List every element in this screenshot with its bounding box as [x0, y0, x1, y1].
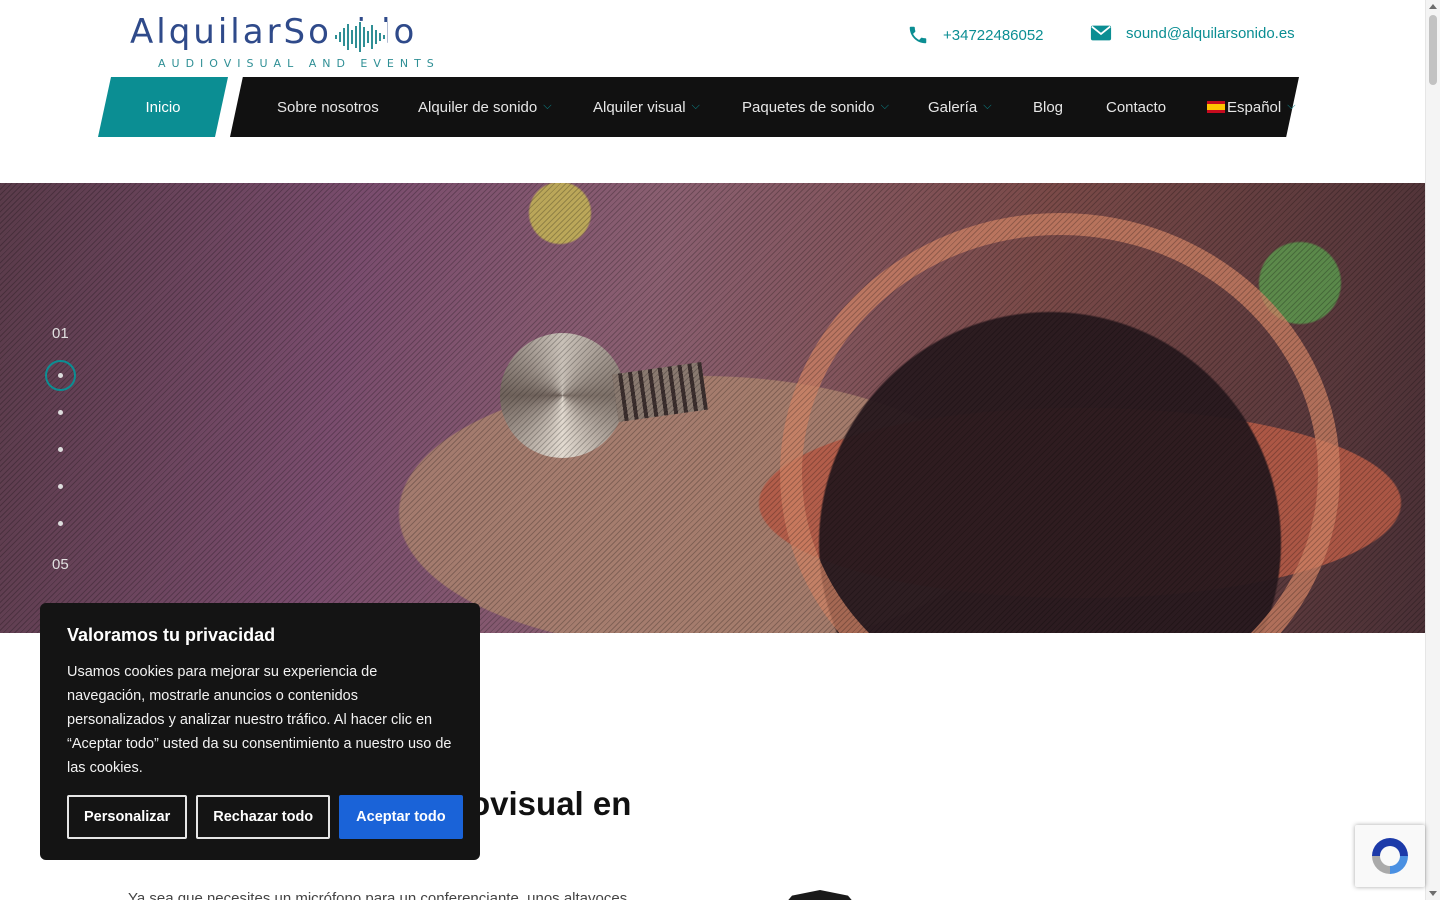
hero-slider	[0, 183, 1425, 633]
phone-link[interactable]: +34722486052	[907, 24, 1044, 46]
nav-item-label: Alquiler de sonido	[418, 98, 538, 116]
page-scrollbar[interactable]	[1425, 0, 1440, 900]
cookie-title: Valoramos tu privacidad	[67, 625, 276, 645]
chevron-down-icon: ⌵	[880, 99, 889, 112]
chevron-down-icon: ⌵	[983, 99, 992, 112]
nav-item-label: Sobre nosotros	[277, 98, 379, 116]
nav-item-sobre-nosotros[interactable]: Sobre nosotros	[277, 77, 379, 137]
recaptcha-icon	[1372, 838, 1408, 874]
nav-item-alquiler-de-sonido[interactable]: Alquiler de sonido ⌵	[418, 77, 552, 137]
slider-first-number: 01	[52, 325, 69, 342]
nav-item-contacto[interactable]: Contacto	[1106, 77, 1166, 137]
reject-all-button[interactable]: Rechazar todo	[196, 795, 331, 839]
spain-flag-icon	[1207, 101, 1225, 113]
cookie-buttons: Personalizar Rechazar todo Aceptar todo	[67, 795, 463, 839]
chevron-down-icon: ⌵	[1287, 99, 1296, 112]
slider-dot-active[interactable]	[45, 360, 76, 391]
headphone-image-part	[500, 333, 625, 458]
phone-icon	[909, 26, 927, 44]
nav-item-language[interactable]: Español ⌵	[1207, 77, 1296, 137]
chevron-down-icon: ⌵	[543, 99, 552, 112]
nav-item-label: Galería	[928, 98, 978, 116]
slider-dot[interactable]	[58, 410, 63, 415]
scroll-down-arrow[interactable]	[1429, 891, 1437, 896]
scroll-up-arrow[interactable]	[1429, 4, 1437, 9]
nav-home-label: Inicio	[145, 98, 181, 116]
nav-item-inicio[interactable]: Inicio	[98, 77, 228, 137]
sound-wave-icon	[333, 22, 387, 52]
site-logo[interactable]: AlquilarSonido AUDIOVISUAL AND EVENTS	[130, 12, 460, 70]
cookie-consent-banner: Valoramos tu privacidad Usamos cookies p…	[40, 603, 480, 860]
section-body-text: Ya sea que necesites un micrófono para u…	[128, 890, 628, 900]
headphone-image-part	[612, 361, 708, 423]
email-link[interactable]: sound@alquilarsonido.es	[1090, 24, 1295, 42]
customize-button[interactable]: Personalizar	[67, 795, 188, 839]
nav-item-label: Blog	[1033, 98, 1064, 116]
nav-item-label: Paquetes de sonido	[742, 98, 875, 116]
slider-dot[interactable]	[58, 521, 63, 526]
envelope-icon	[1090, 25, 1112, 41]
nav-item-label: Alquiler visual	[593, 98, 686, 116]
chevron-down-icon: ⌵	[691, 99, 700, 112]
accept-all-button[interactable]: Aceptar todo	[339, 795, 463, 839]
cookie-text: Usamos cookies para mejorar su experienc…	[67, 664, 452, 776]
nav-item-galeria[interactable]: Galería ⌵	[928, 77, 992, 137]
recaptcha-badge[interactable]	[1355, 825, 1425, 887]
nav-item-label: Español	[1227, 98, 1282, 116]
email-address: sound@alquilarsonido.es	[1126, 24, 1295, 42]
slider-dot[interactable]	[58, 447, 63, 452]
nav-item-label: Contacto	[1106, 98, 1167, 116]
nav-item-blog[interactable]: Blog	[1033, 77, 1063, 137]
section-heading: ovisual en	[470, 785, 632, 822]
phone-number: +34722486052	[943, 26, 1044, 44]
slider-dot[interactable]	[58, 484, 63, 489]
nav-item-alquiler-visual[interactable]: Alquiler visual ⌵	[593, 77, 700, 137]
headphone-image-part	[780, 213, 1340, 633]
scrollbar-thumb[interactable]	[1429, 15, 1437, 85]
nav-item-paquetes-de-sonido[interactable]: Paquetes de sonido ⌵	[742, 77, 889, 137]
slider-last-number: 05	[52, 556, 69, 573]
logo-tagline: AUDIOVISUAL AND EVENTS	[158, 57, 440, 70]
speaker-image	[785, 890, 855, 900]
